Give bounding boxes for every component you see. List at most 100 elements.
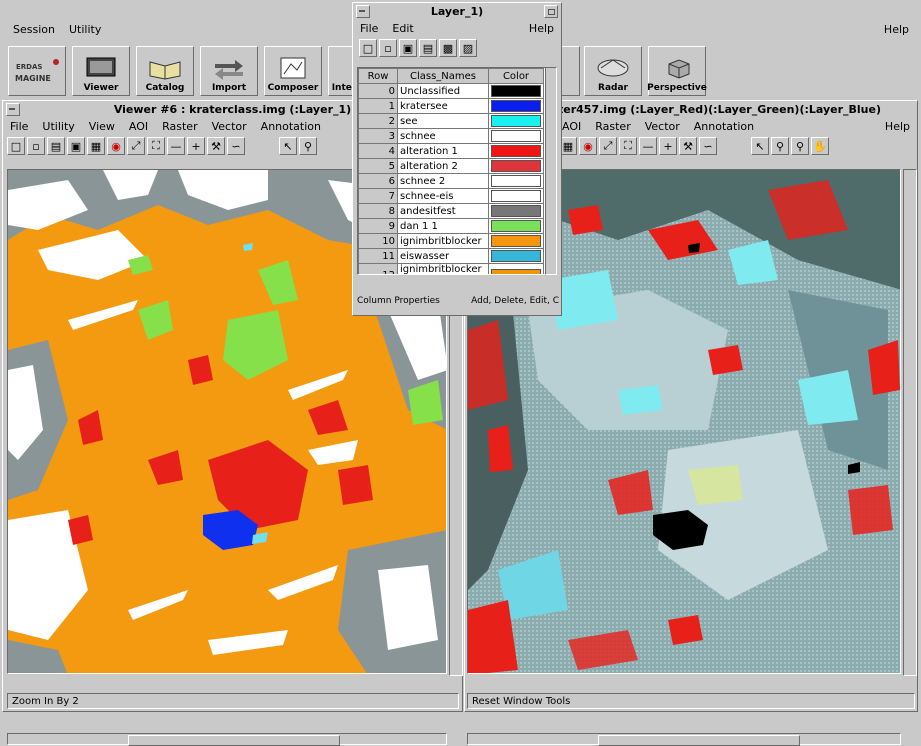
class-color-cell[interactable] (488, 113, 544, 129)
print-icon[interactable]: ▦ (87, 137, 105, 155)
class-row[interactable]: 9 dan 1 1 (358, 218, 544, 234)
class-color-cell[interactable] (488, 83, 544, 99)
viewer-right-hscroll[interactable] (467, 733, 901, 746)
class-row[interactable]: 11 eiswasser (358, 248, 544, 264)
catalog-button[interactable]: Catalog (136, 46, 194, 96)
class-row[interactable]: 4 alteration 1 (358, 143, 544, 159)
pointer-icon[interactable]: ↖ (751, 137, 769, 155)
maximize-icon[interactable] (544, 5, 558, 18)
paste-icon[interactable]: ▨ (459, 39, 477, 57)
class-row[interactable]: 8 andesitfest (358, 203, 544, 219)
save-icon[interactable]: ▣ (67, 137, 85, 155)
class-color-cell[interactable] (488, 218, 544, 234)
open-icon[interactable]: □ (7, 137, 25, 155)
page-icon[interactable]: ▤ (47, 137, 65, 155)
zoom-in-icon[interactable]: ⚲ (771, 137, 789, 155)
class-row[interactable]: 10 ignimbritblocker (358, 233, 544, 249)
class-row[interactable]: 7 schnee-eis (358, 188, 544, 204)
save-icon[interactable]: ▣ (399, 39, 417, 57)
menu-utility[interactable]: Utility (62, 23, 108, 36)
menu-aoi[interactable]: AOI (122, 120, 155, 133)
class-color-cell[interactable] (488, 263, 544, 274)
class-name-cell[interactable]: schnee (397, 128, 489, 144)
window-menu-icon[interactable] (356, 5, 370, 18)
class-name-cell[interactable]: ignimbritblocker 2 (397, 263, 489, 274)
column-header-class-names[interactable]: Class_Names (397, 68, 489, 84)
main-help-menu[interactable]: Help (877, 23, 916, 36)
class-name-cell[interactable]: alteration 2 (397, 158, 489, 174)
menu-file[interactable]: File (353, 22, 385, 35)
class-row[interactable]: 0 Unclassified (358, 83, 544, 99)
new-icon[interactable]: ▫ (27, 137, 45, 155)
class-name-cell[interactable]: Unclassified (397, 83, 489, 99)
perspective-button[interactable]: Perspective (647, 46, 707, 96)
class-color-cell[interactable] (488, 188, 544, 204)
viewer-button[interactable]: Viewer (72, 46, 130, 96)
window-menu-icon[interactable] (6, 103, 20, 116)
class-row[interactable]: 6 schnee 2 (358, 173, 544, 189)
profile-icon[interactable]: ∽ (227, 137, 245, 155)
column-header-row[interactable]: Row (358, 68, 398, 84)
measure-icon[interactable]: — (639, 137, 657, 155)
import-button[interactable]: Import (200, 46, 258, 96)
tool-icon[interactable]: ⚒ (207, 137, 225, 155)
zoom-fit-icon[interactable]: ⤢ (599, 137, 617, 155)
class-name-cell[interactable]: ignimbritblocker (397, 233, 489, 249)
menu-annotation[interactable]: Annotation (254, 120, 328, 133)
menu-raster[interactable]: Raster (155, 120, 204, 133)
class-name-cell[interactable]: kratersee (397, 98, 489, 114)
class-color-cell[interactable] (488, 143, 544, 159)
class-row[interactable]: 3 schnee (358, 128, 544, 144)
class-name-cell[interactable]: eiswasser (397, 248, 489, 264)
crosshair-icon[interactable]: + (187, 137, 205, 155)
class-color-cell[interactable] (488, 98, 544, 114)
class-name-cell[interactable]: schnee 2 (397, 173, 489, 189)
radar-button[interactable]: Radar (584, 46, 642, 96)
menu-session[interactable]: Session (6, 23, 62, 36)
menu-vector[interactable]: Vector (205, 120, 254, 133)
class-color-cell[interactable] (488, 173, 544, 189)
viewer-right-help-menu[interactable]: Help (878, 120, 917, 133)
column-icon[interactable]: ▤ (419, 39, 437, 57)
erdas-logo-button[interactable]: ERDAS MAGINE (8, 46, 66, 96)
tool-icon[interactable]: ⚒ (679, 137, 697, 155)
class-row[interactable]: 12ignimbritblocker 2 (358, 263, 544, 274)
menu-annotation[interactable]: Annotation (687, 120, 761, 133)
menu-view[interactable]: View (82, 120, 122, 133)
measure-icon[interactable]: — (167, 137, 185, 155)
class-color-cell[interactable] (488, 158, 544, 174)
zoom-fit-icon[interactable]: ⤢ (127, 137, 145, 155)
copy-icon[interactable]: ▩ (439, 39, 457, 57)
class-color-cell[interactable] (488, 248, 544, 264)
info-icon[interactable]: ◉ (107, 137, 125, 155)
class-name-cell[interactable]: see (397, 113, 489, 129)
zoom-out-icon[interactable]: ⚲ (791, 137, 809, 155)
menu-raster[interactable]: Raster (588, 120, 637, 133)
composer-button[interactable]: Composer (264, 46, 322, 96)
class-name-cell[interactable]: dan 1 1 (397, 218, 489, 234)
class-row[interactable]: 1 kratersee (358, 98, 544, 114)
zoom-extent-icon[interactable]: ⛶ (147, 137, 165, 155)
class-table-vscroll[interactable] (545, 67, 557, 275)
class-row[interactable]: 2 see (358, 113, 544, 129)
crosshair-icon[interactable]: + (659, 137, 677, 155)
column-header-color[interactable]: Color (488, 68, 544, 84)
info-icon[interactable]: ◉ (579, 137, 597, 155)
class-name-cell[interactable]: alteration 1 (397, 143, 489, 159)
menu-file[interactable]: File (3, 120, 35, 133)
column-properties-label[interactable]: Column Properties (357, 296, 440, 306)
pointer-icon[interactable]: ↖ (279, 137, 297, 155)
class-color-cell[interactable] (488, 128, 544, 144)
class-color-cell[interactable] (488, 203, 544, 219)
open-folder-icon[interactable]: □ (359, 39, 377, 57)
class-row[interactable]: 5 alteration 2 (358, 158, 544, 174)
viewer-left-hscroll[interactable] (7, 733, 447, 746)
hscroll-thumb[interactable] (128, 735, 340, 746)
class-name-cell[interactable]: schnee-eis (397, 188, 489, 204)
zoom-in-icon[interactable]: ⚲ (299, 137, 317, 155)
new-file-icon[interactable]: ▫ (379, 39, 397, 57)
zoom-extent-icon[interactable]: ⛶ (619, 137, 637, 155)
layer-dialog-help-menu[interactable]: Help (522, 22, 561, 35)
menu-vector[interactable]: Vector (638, 120, 687, 133)
hscroll-thumb[interactable] (598, 735, 800, 746)
